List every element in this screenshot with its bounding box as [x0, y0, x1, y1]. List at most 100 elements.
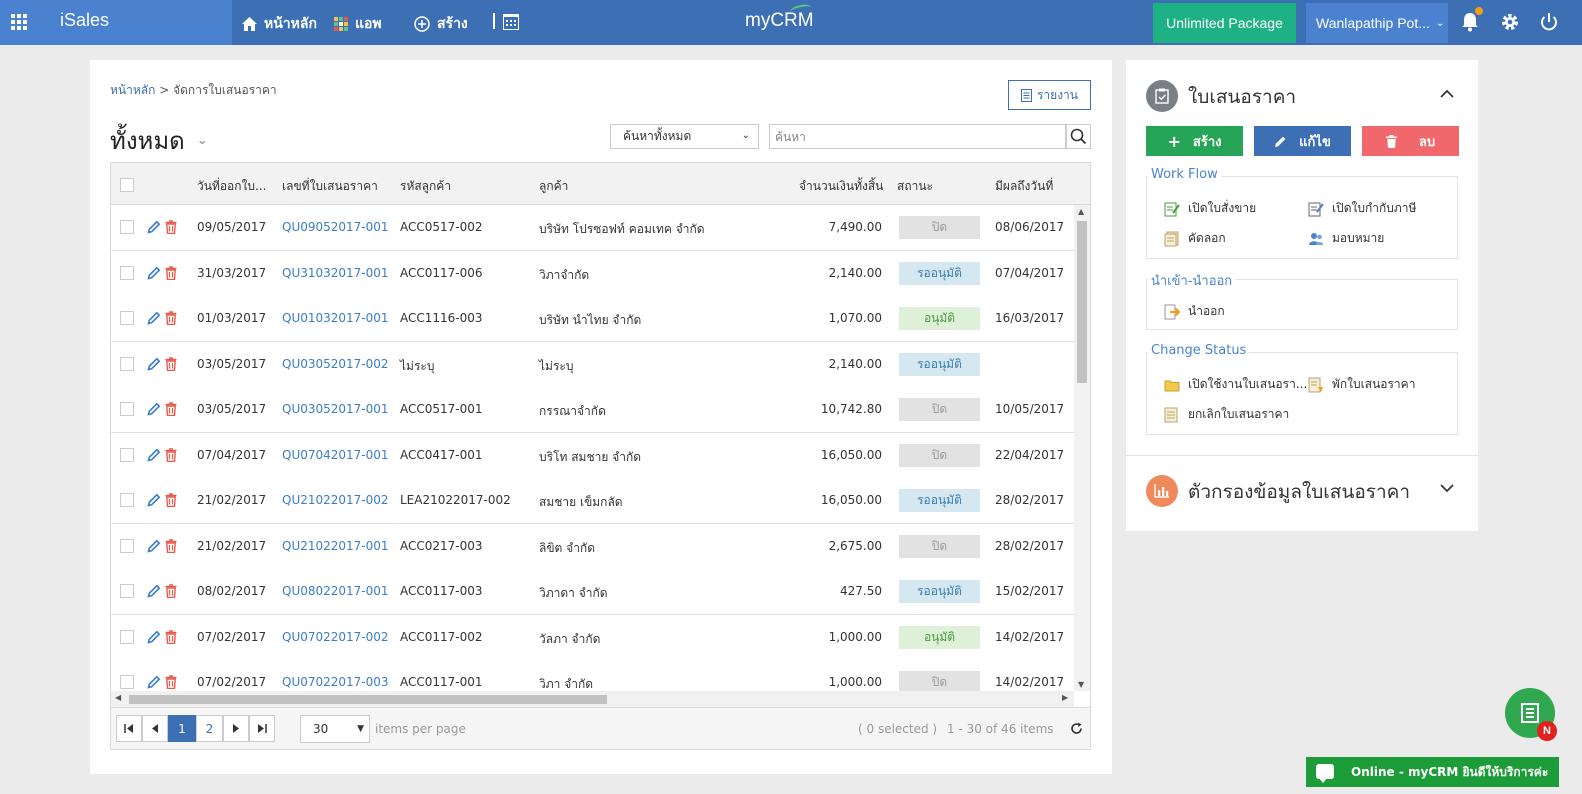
row-checkbox[interactable]	[120, 629, 134, 644]
row-checkbox[interactable]	[120, 402, 134, 416]
breadcrumb-home[interactable]: หน้าหลัก	[110, 83, 155, 97]
edit-pencil-icon[interactable]	[147, 584, 161, 598]
row-checkbox[interactable]	[120, 356, 134, 371]
row-checkbox[interactable]	[120, 584, 134, 598]
package-button[interactable]: Unlimited Package	[1153, 3, 1296, 43]
brand-name[interactable]: iSales	[60, 10, 109, 31]
edit-pencil-icon[interactable]	[147, 675, 161, 689]
row-checkbox[interactable]	[120, 311, 134, 325]
select-all-checkbox[interactable]	[120, 178, 134, 192]
last-page-button[interactable]	[249, 715, 275, 742]
horizontal-scrollbar[interactable]: ◀ ▶	[111, 691, 1074, 707]
status-pause-quotation[interactable]: พักใบเสนอราคา	[1308, 375, 1415, 394]
export-item[interactable]: นำออก	[1164, 302, 1225, 321]
col-customer[interactable]: ลูกค้า	[539, 177, 568, 196]
cell-quote-number-link[interactable]: QU03052017-001	[282, 402, 389, 416]
status-cancel-quotation[interactable]: ยกเลิกใบเสนอราคา	[1164, 405, 1289, 424]
table-row[interactable]: 09/05/2017 QU09052017-001 ACC0517-002 บริษั…	[111, 205, 1074, 251]
refresh-icon[interactable]	[1070, 722, 1083, 735]
search-input[interactable]	[769, 124, 1066, 149]
col-quote-number[interactable]: เลขที่ใบเสนอราคา	[282, 177, 378, 196]
delete-trash-icon[interactable]	[165, 356, 177, 371]
cell-quote-number-link[interactable]: QU07022017-002	[282, 630, 389, 644]
table-row[interactable]: 07/04/2017 QU07042017-001 ACC0417-001 บริโท…	[111, 432, 1074, 479]
delete-trash-icon[interactable]	[165, 675, 177, 689]
cell-quote-number-link[interactable]: QU31032017-001	[282, 266, 389, 280]
workflow-assign[interactable]: มอบหมาย	[1308, 229, 1384, 248]
workflow-copy[interactable]: คัดลอก	[1164, 229, 1226, 248]
report-button[interactable]: รายงาน	[1008, 80, 1091, 110]
side-filter-header[interactable]: ตัวกรองข้อมูลใบเสนอราคา	[1146, 475, 1462, 507]
page-2-button[interactable]: 2	[196, 715, 223, 742]
edit-pencil-icon[interactable]	[147, 402, 161, 416]
status-activate-quotation[interactable]: เปิดใช้งานใบเสนอรา...	[1164, 375, 1307, 394]
row-checkbox[interactable]	[120, 675, 134, 689]
power-icon[interactable]	[1538, 11, 1560, 33]
edit-pencil-icon[interactable]	[147, 311, 161, 325]
table-row[interactable]: 03/05/2017 QU03052017-002 ไม่ระบุ ไม่ระบุ 2,…	[111, 341, 1074, 388]
delete-trash-icon[interactable]	[165, 265, 177, 280]
row-checkbox[interactable]	[120, 538, 134, 553]
edit-pencil-icon[interactable]	[147, 493, 161, 507]
delete-trash-icon[interactable]	[165, 629, 177, 644]
search-button[interactable]	[1066, 124, 1091, 149]
cell-quote-number-link[interactable]: QU07022017-003	[282, 675, 389, 689]
table-row[interactable]: 07/02/2017 QU07022017-002 ACC0117-002 วัลภา…	[111, 614, 1074, 661]
cell-quote-number-link[interactable]: QU01032017-001	[282, 311, 389, 325]
vertical-scrollbar[interactable]: ▲ ▼	[1074, 205, 1090, 691]
table-row[interactable]: 21/02/2017 QU21022017-001 ACC0217-003 ลิขิต…	[111, 523, 1074, 570]
table-row[interactable]: 31/03/2017 QU31032017-001 ACC0117-006 วิภาจ…	[111, 250, 1074, 297]
app-grid-icon[interactable]	[11, 14, 28, 31]
next-page-button[interactable]	[223, 715, 249, 742]
edit-pencil-icon[interactable]	[147, 630, 161, 644]
col-valid-until[interactable]: มีผลถึงวันที่	[995, 177, 1053, 196]
side-create-button[interactable]: + สร้าง	[1146, 126, 1243, 156]
page-1-button[interactable]: 1	[168, 715, 196, 742]
cell-quote-number-link[interactable]: QU09052017-001	[282, 220, 389, 234]
search-scope-select[interactable]: ค้นหาทั้งหมด ⌄	[610, 124, 759, 149]
chevron-up-icon[interactable]	[1440, 89, 1454, 98]
edit-pencil-icon[interactable]	[147, 220, 161, 234]
scroll-right-icon[interactable]: ▶	[1062, 693, 1068, 702]
cell-quote-number-link[interactable]: QU08022017-001	[282, 584, 389, 598]
calendar-icon[interactable]	[503, 14, 519, 30]
scroll-left-icon[interactable]: ◀	[115, 693, 121, 702]
page-title[interactable]: ทั้งหมด ⌄	[110, 121, 208, 160]
first-page-button[interactable]	[116, 715, 142, 742]
edit-pencil-icon[interactable]	[147, 539, 161, 553]
online-chat-bar[interactable]: Online - myCRM ยินดีให้บริการค่ะ	[1306, 757, 1559, 787]
cell-quote-number-link[interactable]: QU07042017-001	[282, 448, 389, 462]
col-amount[interactable]: จำนวนเงินทั้งสิ้น	[799, 177, 883, 196]
workflow-open-sales-order[interactable]: เปิดใบสั่งขาย	[1164, 199, 1256, 218]
edit-pencil-icon[interactable]	[147, 357, 161, 371]
row-checkbox[interactable]	[120, 265, 134, 280]
gear-icon[interactable]	[1499, 11, 1521, 33]
cell-quote-number-link[interactable]: QU21022017-002	[282, 493, 389, 507]
delete-trash-icon[interactable]	[165, 538, 177, 553]
delete-trash-icon[interactable]	[165, 584, 177, 598]
nav-create[interactable]: สร้าง	[414, 13, 468, 35]
delete-trash-icon[interactable]	[165, 311, 177, 325]
row-checkbox[interactable]	[120, 447, 134, 462]
scroll-up-icon[interactable]: ▲	[1078, 207, 1084, 216]
edit-pencil-icon[interactable]	[147, 448, 161, 462]
col-status[interactable]: สถานะ	[897, 177, 933, 196]
row-checkbox[interactable]	[120, 220, 134, 234]
cell-quote-number-link[interactable]: QU03052017-002	[282, 357, 389, 371]
items-per-page-select[interactable]: 30 ▼	[300, 715, 370, 743]
workflow-open-tax-invoice[interactable]: เปิดใบกำกับภาษี	[1308, 199, 1416, 218]
nav-home[interactable]: หน้าหลัก	[242, 13, 317, 35]
side-quotation-header[interactable]: ใบเสนอราคา	[1146, 80, 1462, 112]
col-issue-date[interactable]: วันที่ออกใบ...	[197, 177, 266, 196]
col-customer-code[interactable]: รหัสลูกค้า	[400, 177, 451, 196]
table-row[interactable]: 08/02/2017 QU08022017-001 ACC0117-003 วิภาด…	[111, 569, 1074, 615]
scroll-down-icon[interactable]: ▼	[1078, 680, 1084, 689]
table-row[interactable]: 01/03/2017 QU01032017-001 ACC1116-003 บริษั…	[111, 296, 1074, 342]
row-checkbox[interactable]	[120, 493, 134, 507]
table-row[interactable]: 07/02/2017 QU07022017-003 ACC0117-001 วิภา …	[111, 660, 1074, 691]
delete-trash-icon[interactable]	[165, 447, 177, 462]
edit-pencil-icon[interactable]	[147, 266, 161, 280]
user-menu-button[interactable]: Wanlapathip Pot... ⌄	[1306, 3, 1448, 43]
side-edit-button[interactable]: แก้ไข	[1254, 126, 1351, 156]
delete-trash-icon[interactable]	[165, 493, 177, 507]
